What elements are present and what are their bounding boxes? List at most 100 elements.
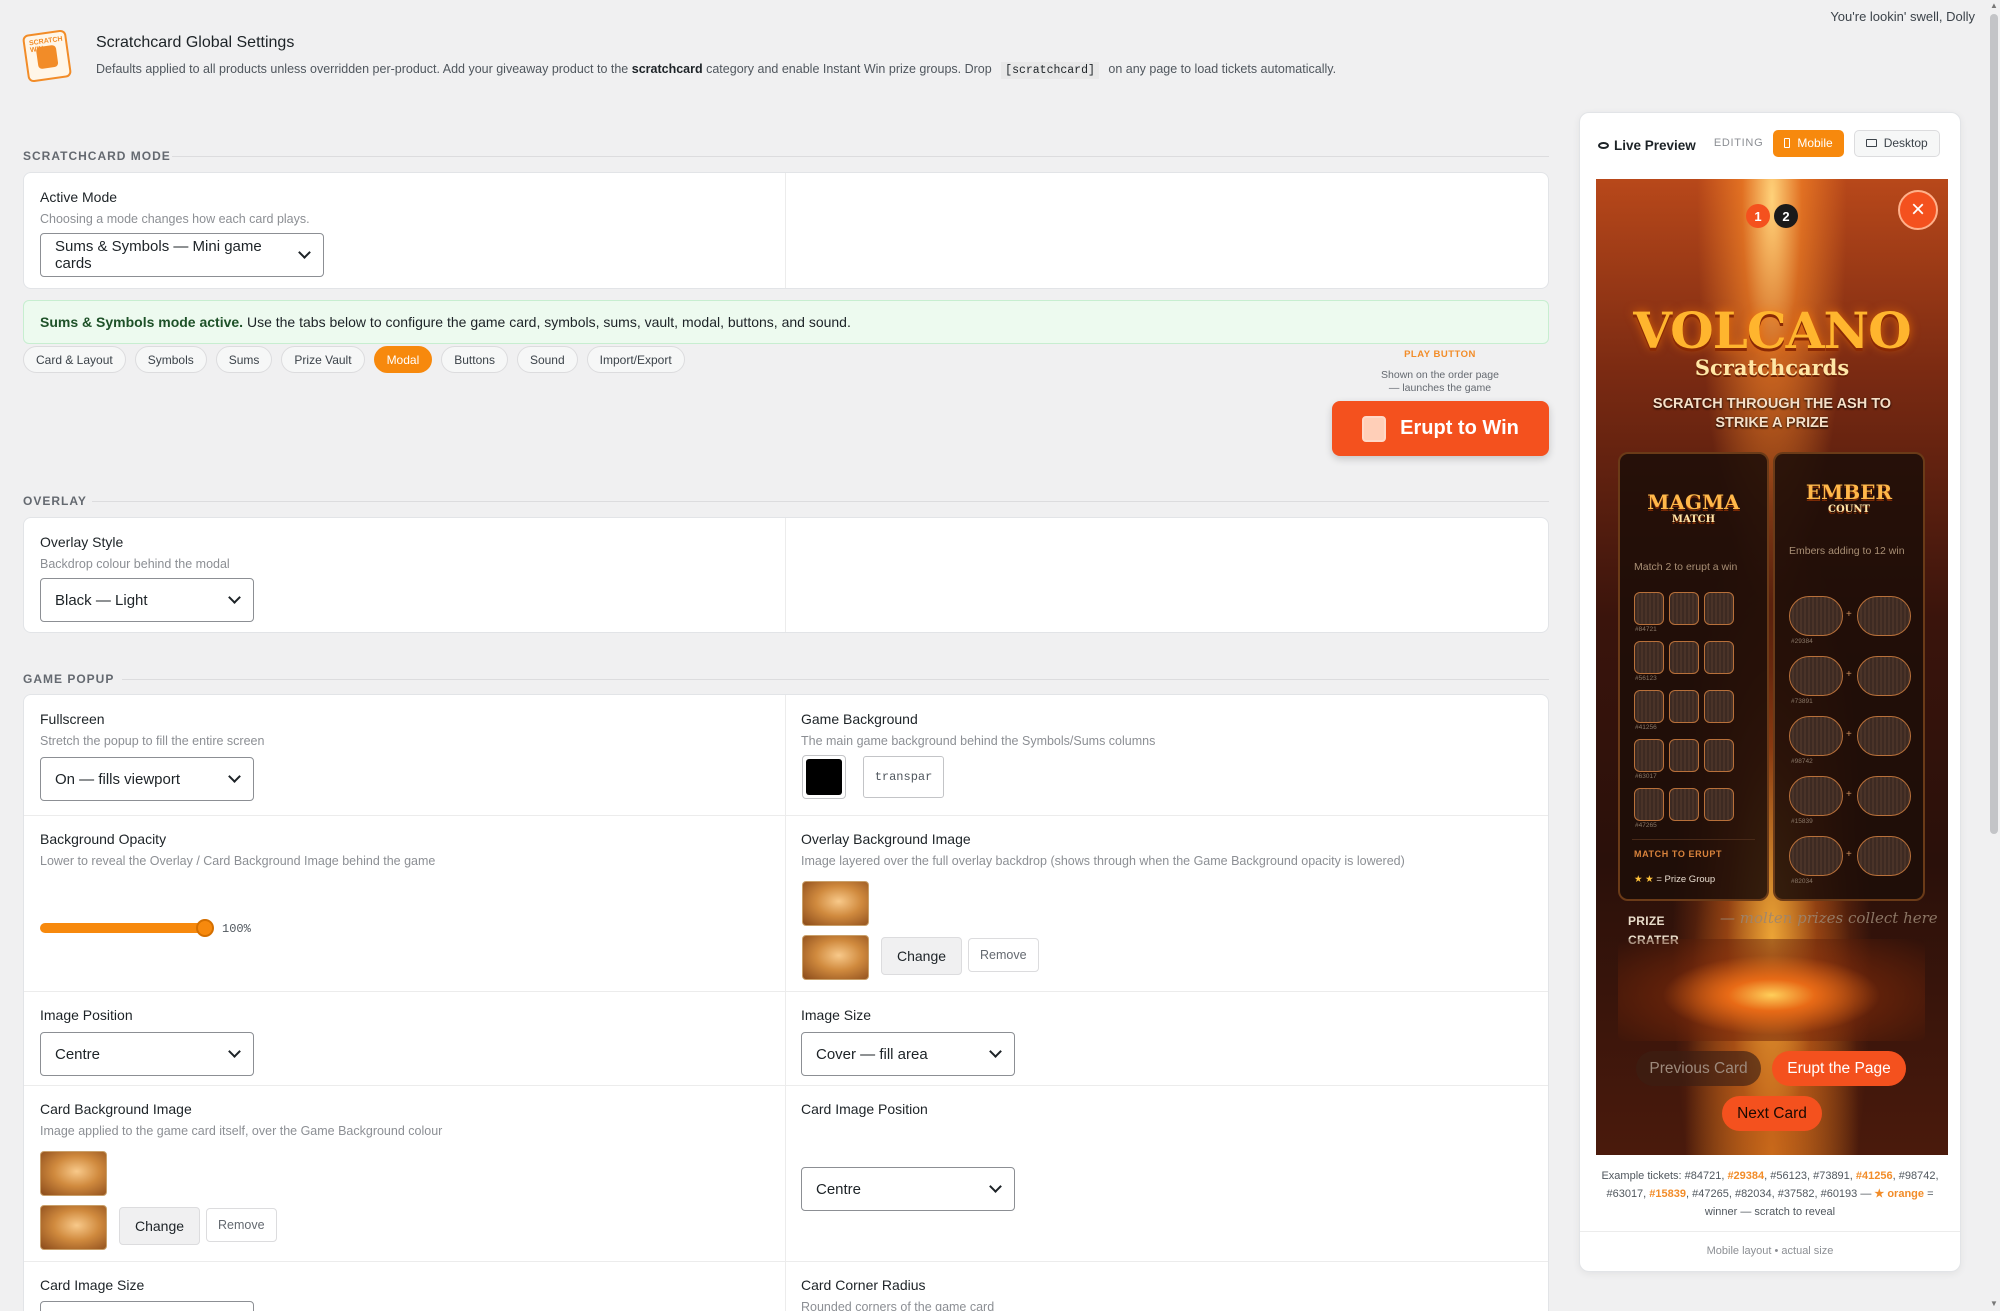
section-label-popup: GAME POPUP	[23, 672, 115, 686]
card-image-change-button[interactable]: Change	[119, 1207, 201, 1245]
overlay-image-change-button[interactable]: Change	[881, 937, 963, 975]
card-image-remove-button[interactable]: Remove	[206, 1208, 277, 1242]
ticket-number: #15839	[1791, 818, 1813, 825]
field-help: The main game background behind the Symb…	[801, 734, 1156, 748]
scratch-cell[interactable]	[1634, 788, 1664, 821]
plus-icon: +	[1846, 609, 1852, 620]
opacity-slider-handle[interactable]	[196, 919, 214, 937]
section-label-mode: SCRATCHCARD MODE	[23, 149, 171, 163]
field-help: Image applied to the game card itself, o…	[40, 1124, 443, 1138]
tab-buttons[interactable]: Buttons	[441, 346, 508, 373]
overlay-image-remove-button[interactable]: Remove	[968, 938, 1039, 972]
scratch-cell[interactable]	[1704, 592, 1734, 625]
ticket-number: #73891	[1791, 698, 1813, 705]
scroll-up-icon[interactable]: ▲	[1990, 2, 1998, 10]
scrollbar[interactable]: ▲ ▼	[1988, 0, 2000, 1311]
scratch-cell[interactable]	[1857, 656, 1911, 696]
scratch-cell[interactable]	[1857, 836, 1911, 876]
card-image-thumb	[40, 1205, 107, 1250]
tab-modal[interactable]: Modal	[373, 346, 433, 373]
scratch-cell[interactable]	[1704, 641, 1734, 674]
overlay-image-thumb	[802, 935, 869, 980]
plus-icon: +	[1846, 729, 1852, 740]
step-indicator-1[interactable]: 1	[1746, 204, 1770, 228]
scratch-cell[interactable]	[1634, 739, 1664, 772]
image-position-select[interactable]: Centre	[40, 1032, 254, 1076]
popup-card: Fullscreen Stretch the popup to fill the…	[23, 694, 1549, 1311]
overlay-style-select[interactable]: Black — Light	[40, 578, 254, 622]
erupt-page-button[interactable]: Erupt the Page	[1772, 1051, 1906, 1086]
opacity-value: 100%	[222, 922, 251, 936]
next-card-button[interactable]: Next Card	[1722, 1096, 1822, 1131]
scratch-cell[interactable]	[1789, 776, 1843, 816]
chevron-down-icon	[228, 591, 241, 604]
field-help: Stretch the popup to fill the entire scr…	[40, 734, 265, 748]
active-mode-select[interactable]: Sums & Symbols — Mini game cards	[40, 233, 324, 277]
tab-sound[interactable]: Sound	[516, 346, 578, 373]
game-preview: 1 2 × VOLCANO Scratchcards SCRATCH THROU…	[1596, 179, 1948, 1155]
tab-sums[interactable]: Sums	[215, 346, 273, 373]
game-background-color-input[interactable]: transpar	[863, 756, 944, 798]
game-tagline: SCRATCH THROUGH THE ASH TO STRIKE A PRIZ…	[1652, 396, 1892, 431]
play-button-desc: Shown on the order page — launches the ga…	[1381, 369, 1499, 394]
scratch-cell[interactable]	[1704, 739, 1734, 772]
fullscreen-select[interactable]: On — fills viewport	[40, 757, 254, 801]
chevron-down-icon	[989, 1045, 1002, 1058]
scratch-cell[interactable]	[1669, 641, 1699, 674]
image-size-select[interactable]: Cover — fill area	[801, 1032, 1015, 1076]
scratch-cell[interactable]	[1857, 776, 1911, 816]
scratch-cell[interactable]	[1789, 596, 1843, 636]
tab-symbols[interactable]: Symbols	[134, 346, 207, 373]
scratch-cell[interactable]	[1634, 592, 1664, 625]
scratch-cell[interactable]	[1669, 592, 1699, 625]
mode-notice: Sums & Symbols mode active. Use the tabs…	[23, 300, 1549, 344]
scratch-cell[interactable]	[1789, 656, 1843, 696]
scratch-cell[interactable]	[1634, 690, 1664, 723]
scratch-cell[interactable]	[1789, 836, 1843, 876]
close-icon[interactable]: ×	[1898, 190, 1938, 230]
scratch-cell[interactable]	[1669, 690, 1699, 723]
ticket-number: #98742	[1791, 758, 1813, 765]
ticket-number: #47265	[1635, 822, 1657, 829]
scrollbar-thumb[interactable]	[1990, 14, 1998, 834]
shortcode: [scratchcard]	[1001, 62, 1099, 79]
magma-match-column: MAGMA MATCH Match 2 to erupt a win #84721…	[1618, 452, 1769, 901]
play-button-preview[interactable]: Erupt to Win	[1332, 401, 1549, 456]
desktop-icon	[1865, 139, 1877, 147]
section-label-overlay: OVERLAY	[23, 494, 87, 508]
field-help: Choosing a mode changes how each card pl…	[40, 212, 310, 226]
scratch-cell[interactable]	[1857, 596, 1911, 636]
scratch-cell[interactable]	[1634, 641, 1664, 674]
field-label: Image Size	[801, 1007, 872, 1023]
chevron-down-icon	[298, 246, 311, 259]
scratch-cell[interactable]	[1669, 739, 1699, 772]
tab-import-export[interactable]: Import/Export	[586, 346, 685, 373]
opacity-slider[interactable]	[40, 923, 210, 933]
step-indicator-2[interactable]: 2	[1774, 204, 1798, 228]
game-subtitle: Scratchcards	[1694, 355, 1850, 380]
desktop-toggle-button[interactable]: Desktop	[1853, 129, 1940, 157]
tab-prize-vault[interactable]: Prize Vault	[281, 346, 365, 373]
card-image-preview	[40, 1151, 107, 1196]
scratch-cell[interactable]	[1704, 788, 1734, 821]
page-title: Scratchcard Global Settings	[96, 34, 295, 51]
live-preview-title: Live Preview	[1598, 138, 1696, 153]
game-title: VOLCANO	[1633, 301, 1911, 360]
scratch-cell[interactable]	[1669, 788, 1699, 821]
previous-card-button[interactable]: Previous Card	[1636, 1051, 1761, 1086]
game-background-color-swatch[interactable]	[802, 755, 846, 799]
mobile-toggle-button[interactable]: Mobile	[1773, 129, 1844, 157]
ticket-number: #41256	[1635, 724, 1657, 731]
tab-card-layout[interactable]: Card & Layout	[23, 346, 126, 373]
mobile-icon	[1784, 138, 1791, 148]
overlay-image-preview	[802, 881, 869, 926]
ticket-number: #56123	[1635, 675, 1657, 682]
card-image-position-select[interactable]: Centre	[801, 1167, 1015, 1211]
scroll-down-icon[interactable]: ▼	[1990, 1300, 1998, 1308]
scratch-cell[interactable]	[1857, 716, 1911, 756]
card-image-size-select[interactable]	[40, 1301, 254, 1311]
scratch-cell[interactable]	[1789, 716, 1843, 756]
mode-card: Active Mode Choosing a mode changes how …	[23, 172, 1549, 289]
scratch-cell[interactable]	[1704, 690, 1734, 723]
field-label: Overlay Style	[40, 534, 124, 550]
